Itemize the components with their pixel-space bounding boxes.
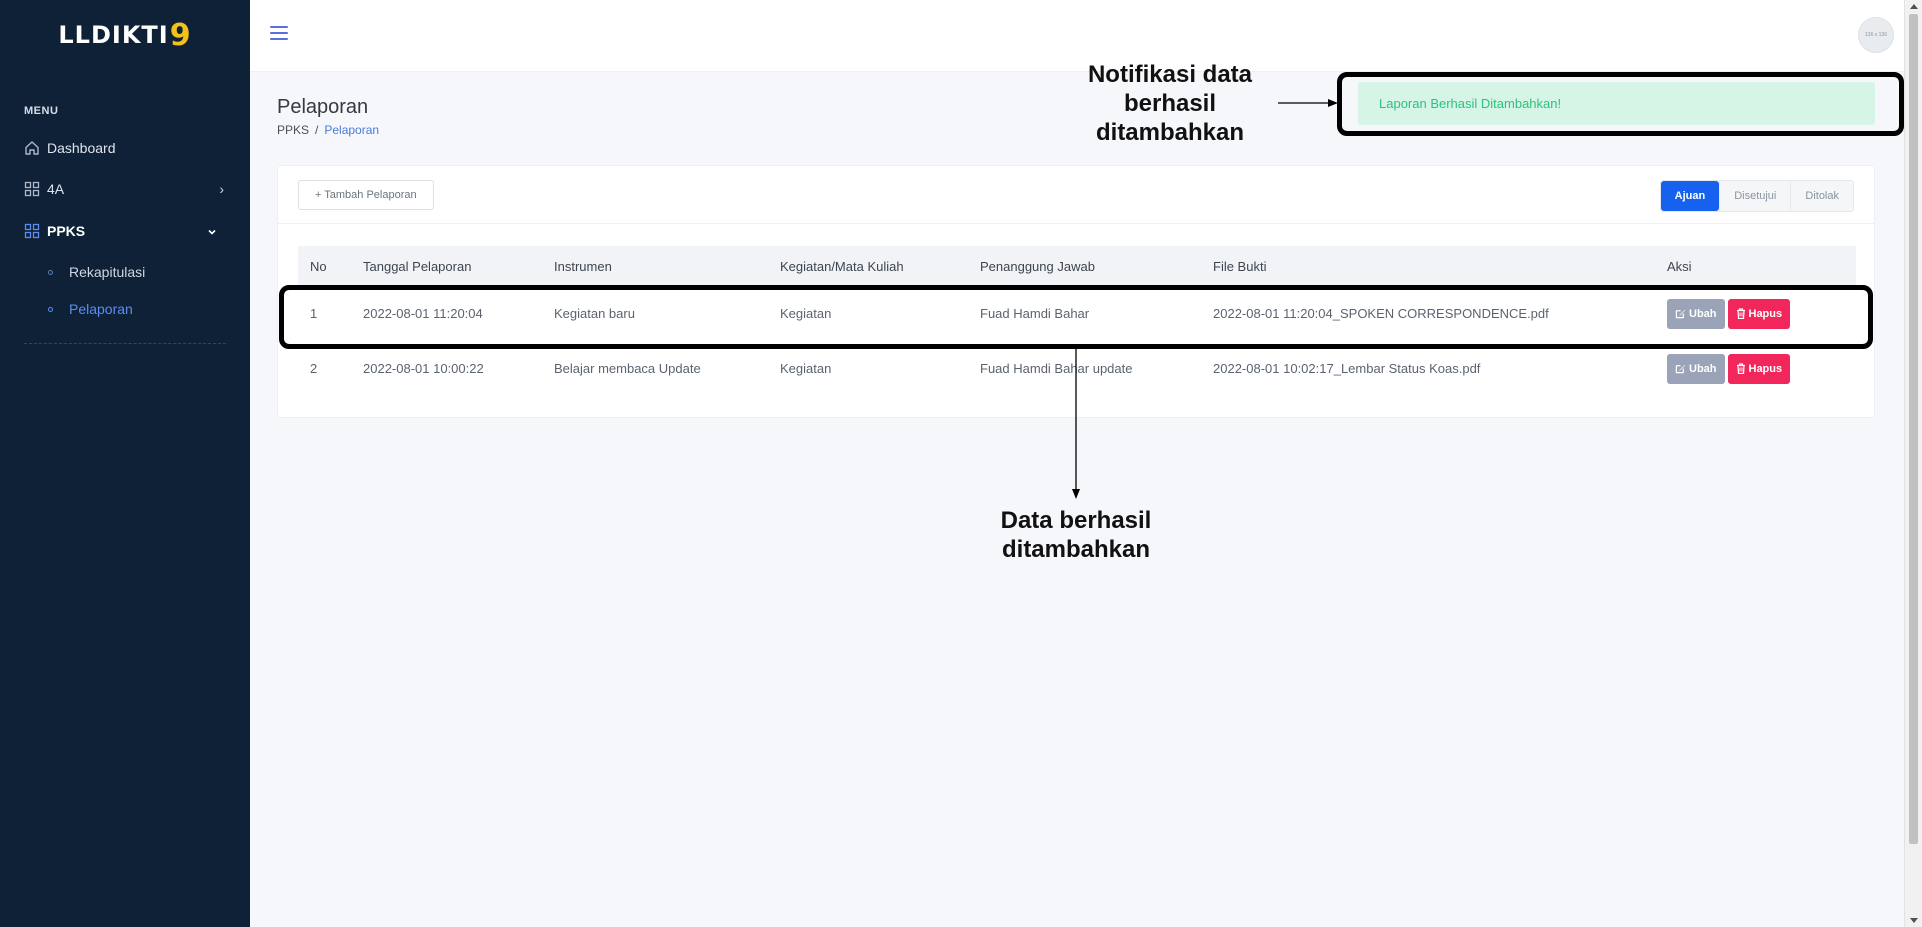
logo[interactable]: LLDIKTI 9 (0, 0, 250, 70)
sidebar-item-label: 4A (47, 181, 65, 197)
column-header: Kegiatan/Mata Kuliah (780, 258, 904, 274)
annotation-arrow-down-icon (1072, 349, 1080, 499)
column-header: File Bukti (1213, 258, 1267, 274)
scrollbar-thumb[interactable] (1909, 14, 1918, 844)
column-header: Instrumen (554, 258, 612, 274)
column-header: Penanggung Jawab (980, 258, 1095, 274)
annotation-box-notification (1337, 72, 1904, 136)
edit-icon (1675, 364, 1686, 374)
annotation-arrow-right-icon (1278, 99, 1338, 107)
tab-ajuan[interactable]: Ajuan (1660, 181, 1720, 211)
tab-disetujui[interactable]: Disetujui (1719, 181, 1791, 211)
annotation-line: Data berhasil (1000, 507, 1152, 534)
sidebar-item-4a[interactable]: 4A › (24, 175, 226, 203)
sidebar-item-label: PPKS (47, 223, 86, 239)
home-icon (25, 141, 39, 155)
table-header-row: No Tanggal Pelaporan Instrumen Kegiatan/… (298, 246, 1856, 286)
avatar-placeholder-text: 136 x 136 (1865, 32, 1887, 38)
hamburger-menu-icon[interactable] (270, 26, 288, 42)
delete-button[interactable]: Hapus (1727, 353, 1791, 384)
column-header: Tanggal Pelaporan (363, 258, 472, 274)
page-title: Pelaporan (277, 96, 369, 118)
sidebar-subitem-label: Pelaporan (69, 301, 133, 317)
sidebar-subitem-pelaporan[interactable]: Pelaporan (48, 297, 133, 321)
scroll-down-icon[interactable] (1910, 918, 1918, 923)
sidebar-item-dashboard[interactable]: Dashboard (24, 134, 226, 162)
status-tabs: Ajuan Disetujui Ditolak (1659, 180, 1854, 212)
cell-tanggal: 2022-08-01 10:00:22 (363, 361, 484, 376)
column-header: No (310, 258, 327, 274)
avatar[interactable]: 136 x 136 (1858, 17, 1894, 53)
menu-title: MENU (24, 105, 59, 117)
grid-icon (24, 181, 40, 197)
vertical-scrollbar[interactable] (1904, 0, 1922, 927)
sidebar-divider (24, 343, 226, 344)
breadcrumb: PPKS / Pelaporan (277, 123, 379, 137)
chevron-down-icon (208, 229, 216, 235)
cell-file-bukti[interactable]: 2022-08-01 10:02:17_Lembar Status Koas.p… (1201, 341, 1655, 396)
scroll-up-icon[interactable] (1910, 4, 1918, 9)
cell-instrumen: Belajar membaca Update (554, 361, 701, 376)
annotation-data-label: Data berhasil ditambahkan (976, 506, 1176, 564)
sidebar-item-ppks[interactable]: PPKS (24, 217, 226, 245)
cell-no: 2 (310, 361, 318, 376)
breadcrumb-root[interactable]: PPKS (277, 123, 309, 137)
add-report-button[interactable]: + Tambah Pelaporan (298, 180, 434, 210)
breadcrumb-current: Pelaporan (324, 123, 380, 137)
edit-button-label: Ubah (1689, 362, 1717, 375)
sidebar: LLDIKTI 9 MENU Dashboard 4A › PPKS Rekapi… (0, 0, 250, 927)
annotation-line: Notifikasi data (1087, 61, 1253, 88)
column-header: Aksi (1667, 258, 1692, 274)
chevron-right-icon: › (219, 181, 224, 197)
edit-button[interactable]: Ubah (1667, 353, 1725, 384)
trash-icon (1736, 363, 1745, 374)
annotation-line: ditambahkan (1001, 536, 1151, 563)
logo-accent: 9 (169, 17, 192, 53)
sidebar-subitem-rekapitulasi[interactable]: Rekapitulasi (48, 260, 145, 284)
sidebar-subitem-label: Rekapitulasi (69, 264, 146, 280)
logo-text: LLDIKTI (58, 21, 169, 49)
grid-icon (24, 223, 40, 239)
bullet-icon (48, 306, 53, 312)
delete-button-label: Hapus (1748, 362, 1783, 375)
cell-aksi: Ubah Hapus (1655, 341, 1856, 396)
breadcrumb-separator: / (315, 123, 319, 137)
cell-penanggung-jawab: Fuad Hamdi Bahar update (980, 361, 1133, 376)
bullet-icon (48, 269, 53, 275)
annotation-box-row (279, 285, 1873, 349)
sidebar-item-label: Dashboard (47, 140, 116, 156)
cell-kegiatan: Kegiatan (780, 361, 832, 376)
card-header: + Tambah Pelaporan Ajuan Disetujui Ditol… (278, 166, 1874, 224)
tab-ditolak[interactable]: Ditolak (1790, 181, 1853, 211)
annotation-line: berhasil (1123, 90, 1217, 117)
annotation-notification-label: Notifikasi data berhasil ditambahkan (1070, 60, 1270, 147)
annotation-line: ditambahkan (1095, 119, 1245, 146)
